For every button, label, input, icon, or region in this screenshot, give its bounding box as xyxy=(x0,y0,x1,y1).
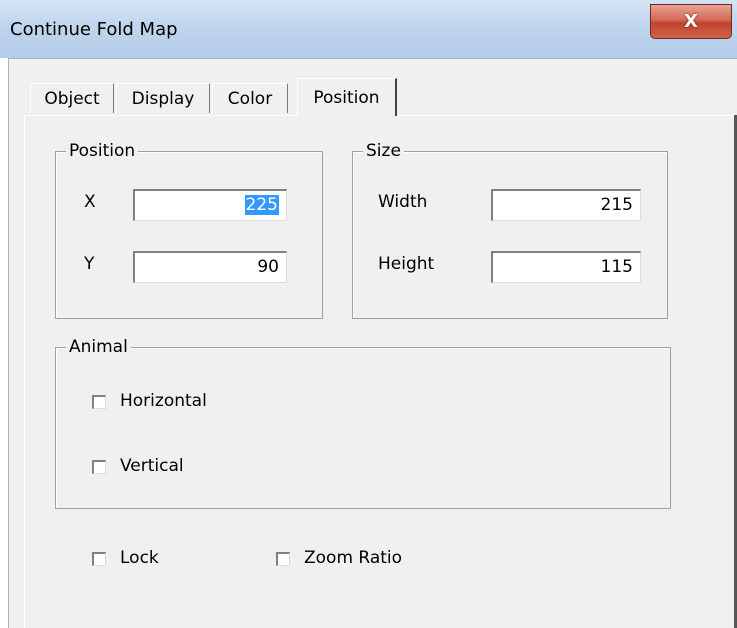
close-button[interactable]: X xyxy=(650,4,732,39)
width-label: Width xyxy=(378,192,428,212)
horizontal-label[interactable]: Horizontal xyxy=(120,391,207,411)
width-value: 215 xyxy=(600,195,633,215)
position-group: Position xyxy=(55,141,323,319)
zoom-ratio-label[interactable]: Zoom Ratio xyxy=(304,548,402,568)
size-group-legend: Size xyxy=(363,141,404,161)
animal-group: Animal xyxy=(55,337,671,509)
vertical-label[interactable]: Vertical xyxy=(120,456,184,476)
height-value: 115 xyxy=(600,257,633,277)
position-group-legend: Position xyxy=(66,141,139,161)
y-label: Y xyxy=(84,254,95,274)
lock-checkbox[interactable] xyxy=(92,552,106,566)
x-label: X xyxy=(84,192,96,212)
lock-label[interactable]: Lock xyxy=(120,548,159,568)
tab-position[interactable]: Position xyxy=(297,78,397,116)
tab-position-label: Position xyxy=(313,87,380,108)
vertical-checkbox[interactable] xyxy=(92,460,106,474)
y-input[interactable]: 90 xyxy=(133,251,287,283)
tab-color-label: Color xyxy=(227,88,273,109)
animal-group-legend: Animal xyxy=(66,337,131,357)
tab-object[interactable]: Object xyxy=(30,83,114,113)
zoom-ratio-checkbox[interactable] xyxy=(276,552,290,566)
position-tab-panel: Position X 225 Y 90 Size Width 215 Heigh… xyxy=(24,115,737,628)
tab-display-label: Display xyxy=(131,88,195,109)
horizontal-checkbox[interactable] xyxy=(92,395,106,409)
title-bar[interactable]: Continue Fold Map X xyxy=(0,0,737,58)
window-title: Continue Fold Map xyxy=(10,19,178,40)
height-input[interactable]: 115 xyxy=(491,251,641,283)
y-value: 90 xyxy=(257,257,279,277)
x-input[interactable]: 225 xyxy=(133,189,287,221)
tab-object-label: Object xyxy=(44,88,100,109)
tab-color[interactable]: Color xyxy=(212,83,288,113)
height-label: Height xyxy=(378,254,435,274)
tab-display[interactable]: Display xyxy=(116,83,210,113)
x-value: 225 xyxy=(244,195,279,215)
size-group: Size xyxy=(352,141,668,319)
width-input[interactable]: 215 xyxy=(491,189,641,221)
close-icon: X xyxy=(684,11,698,32)
